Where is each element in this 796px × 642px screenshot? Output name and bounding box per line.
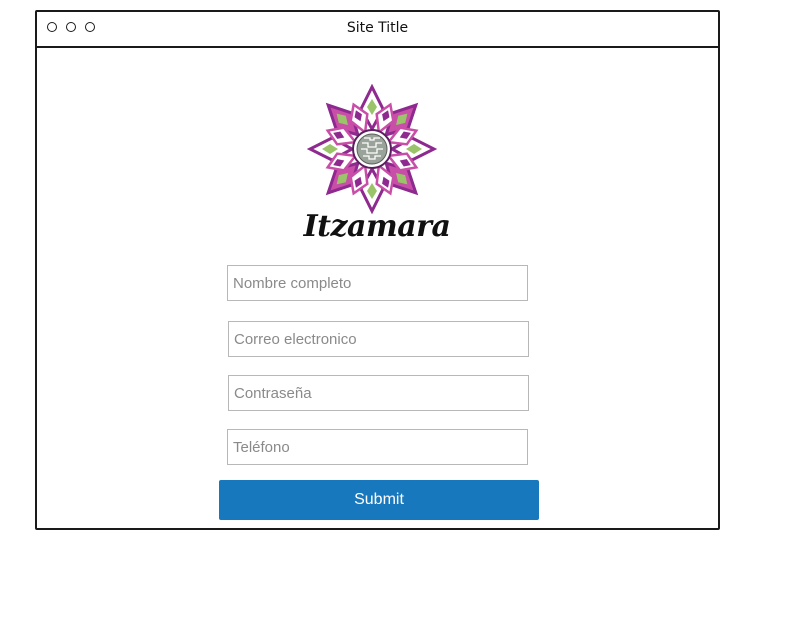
email-input[interactable] <box>228 321 529 357</box>
title-bar: Site Title <box>37 12 718 48</box>
full-name-input[interactable] <box>227 265 528 301</box>
phone-input[interactable] <box>227 429 528 465</box>
browser-window: Site Title Itzamara Submit <box>35 10 720 530</box>
mandala-logo-icon <box>307 84 437 214</box>
submit-button[interactable]: Submit <box>219 480 539 520</box>
brand-name: Itzamara <box>303 209 451 244</box>
site-title: Site Title <box>346 20 409 36</box>
password-input[interactable] <box>228 375 529 411</box>
